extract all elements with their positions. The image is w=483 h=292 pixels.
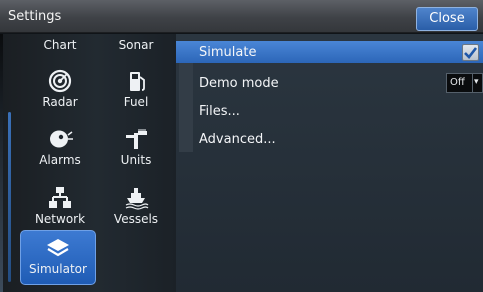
sidebar-item-alarms[interactable]: Alarms (24, 127, 96, 167)
sidebar-item-fuel[interactable]: Fuel (100, 69, 172, 109)
demo-mode-dropdown[interactable]: Off ▾ (446, 73, 483, 93)
sidebar-item-simulator[interactable]: Simulator (20, 230, 96, 285)
checkmark-icon (464, 47, 478, 59)
row-label: Files... (199, 104, 240, 119)
vessel-icon (125, 188, 149, 210)
row-demo-mode[interactable]: Demo mode Off ▾ (176, 72, 483, 94)
sidebar-item-label: Alarms (39, 153, 81, 167)
fuel-icon (130, 72, 145, 91)
sidebar-item-label: Vessels (113, 212, 159, 226)
sidebar-item-vessels[interactable]: Vessels (100, 186, 172, 226)
row-label: Advanced... (199, 132, 276, 147)
alarm-icon (50, 130, 73, 148)
sidebar-item-units[interactable]: Units (100, 127, 172, 167)
dropdown-separator (472, 74, 473, 92)
sidebar-scroll-indicator[interactable] (8, 112, 11, 282)
sidebar-item-label: Fuel (123, 95, 149, 109)
simulate-checkbox[interactable] (462, 44, 479, 61)
sidebar-item-radar[interactable]: Radar (24, 69, 96, 109)
sidebar-item-label: Network (34, 212, 86, 226)
sidebar-item-label: Simulator (29, 262, 87, 276)
network-icon (49, 187, 71, 208)
row-label: Demo mode (199, 76, 279, 91)
dropdown-value: Off (450, 77, 465, 88)
row-simulate[interactable]: Simulate (176, 41, 483, 63)
close-button[interactable]: Close (416, 7, 478, 31)
simulator-icon (47, 239, 69, 257)
sidebar-item-chart[interactable]: Chart (24, 36, 96, 52)
sidebar-edge (0, 34, 3, 292)
sidebar-item-sonar[interactable]: Sonar (100, 36, 172, 52)
row-label: Simulate (199, 45, 257, 60)
sidebar-item-label: Units (120, 153, 152, 167)
window-title: Settings (8, 9, 62, 24)
sidebar-item-label: Radar (42, 95, 78, 109)
row-files[interactable]: Files... (176, 100, 483, 122)
sidebar-item-label: Chart (43, 38, 77, 52)
chevron-down-icon: ▾ (474, 77, 479, 87)
row-advanced[interactable]: Advanced... (176, 128, 483, 150)
units-icon (126, 129, 147, 149)
radar-icon (48, 69, 72, 93)
sidebar-item-label: Sonar (118, 38, 154, 52)
sidebar-item-network[interactable]: Network (24, 186, 96, 226)
title-bar: Settings Close (0, 0, 483, 33)
